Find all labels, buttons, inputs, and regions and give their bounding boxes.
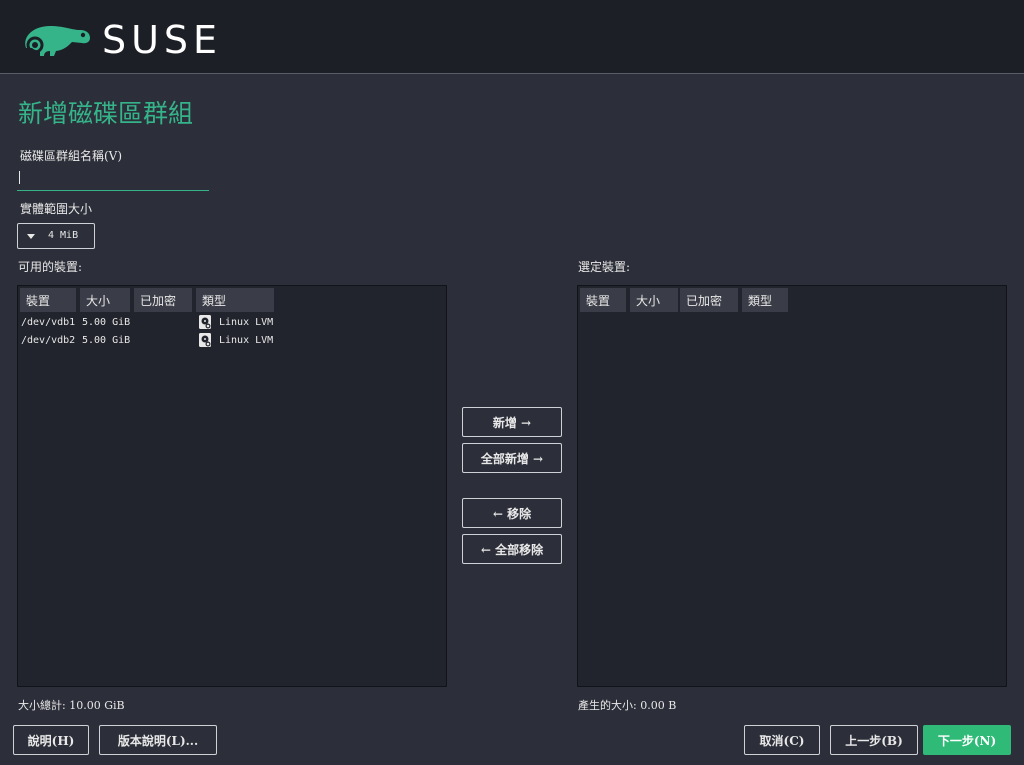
- column-header-size[interactable]: 大小: [80, 288, 130, 312]
- size-cell: 5.00 GiB: [82, 335, 131, 346]
- column-header-encrypted[interactable]: 已加密: [134, 288, 192, 312]
- available-devices-label: 可用的裝置:: [18, 260, 83, 274]
- column-header-device[interactable]: 裝置: [20, 288, 76, 312]
- column-header-encrypted[interactable]: 已加密: [680, 288, 738, 312]
- extent-size-label: 實體範圍大小: [20, 202, 93, 216]
- remove-all-button[interactable]: ← 全部移除: [462, 534, 562, 564]
- column-header-type[interactable]: 類型: [196, 288, 274, 312]
- suse-logo: SUSE: [20, 18, 222, 62]
- next-button[interactable]: 下一步(N): [923, 725, 1011, 755]
- hard-disk-icon: [199, 333, 211, 347]
- size-cell: 5.00 GiB: [82, 317, 131, 328]
- top-banner: SUSE: [0, 0, 1024, 74]
- extent-size-combobox[interactable]: 4 MiB: [17, 223, 95, 249]
- resulting-size: 產生的大小: 0.00 B: [578, 699, 677, 712]
- add-button[interactable]: 新增 →: [462, 407, 562, 437]
- extent-size-value: 4 MiB: [48, 230, 79, 241]
- remove-button[interactable]: ← 移除: [462, 498, 562, 528]
- device-cell: /dev/vdb2: [21, 335, 76, 346]
- brand-name: SUSE: [102, 18, 223, 62]
- help-button[interactable]: 說明(H): [13, 725, 89, 755]
- table-row[interactable]: /dev/vdb1 5.00 GiB Linux LVM: [20, 315, 440, 333]
- vg-name-label: 磁碟區群組名稱(V): [20, 149, 123, 163]
- column-header-type[interactable]: 類型: [742, 288, 788, 312]
- hard-disk-icon: [199, 315, 211, 329]
- release-notes-button[interactable]: 版本說明(L)...: [99, 725, 217, 755]
- back-button[interactable]: 上一步(B): [830, 725, 918, 755]
- device-cell: /dev/vdb1: [21, 317, 76, 328]
- chameleon-icon: [25, 26, 91, 56]
- selected-devices-label: 選定裝置:: [578, 260, 631, 274]
- type-cell: Linux LVM: [219, 335, 274, 346]
- selected-devices-table[interactable]: 裝置 大小 已加密 類型: [577, 285, 1007, 687]
- chevron-down-icon: [27, 234, 35, 239]
- column-header-device[interactable]: 裝置: [580, 288, 626, 312]
- column-header-size[interactable]: 大小: [630, 288, 678, 312]
- cancel-button[interactable]: 取消(C): [744, 725, 820, 755]
- text-cursor: [19, 171, 20, 184]
- vg-name-input[interactable]: [17, 167, 209, 191]
- add-all-button[interactable]: 全部新增 →: [462, 443, 562, 473]
- type-cell: Linux LVM: [219, 317, 274, 328]
- available-total-size: 大小總計: 10.00 GiB: [18, 699, 125, 712]
- available-devices-table[interactable]: 裝置 大小 已加密 類型 /dev/vdb1 5.00 GiB Linux LV…: [17, 285, 447, 687]
- page-title: 新增磁碟區群組: [18, 99, 194, 128]
- table-row[interactable]: /dev/vdb2 5.00 GiB Linux LVM: [20, 333, 440, 351]
